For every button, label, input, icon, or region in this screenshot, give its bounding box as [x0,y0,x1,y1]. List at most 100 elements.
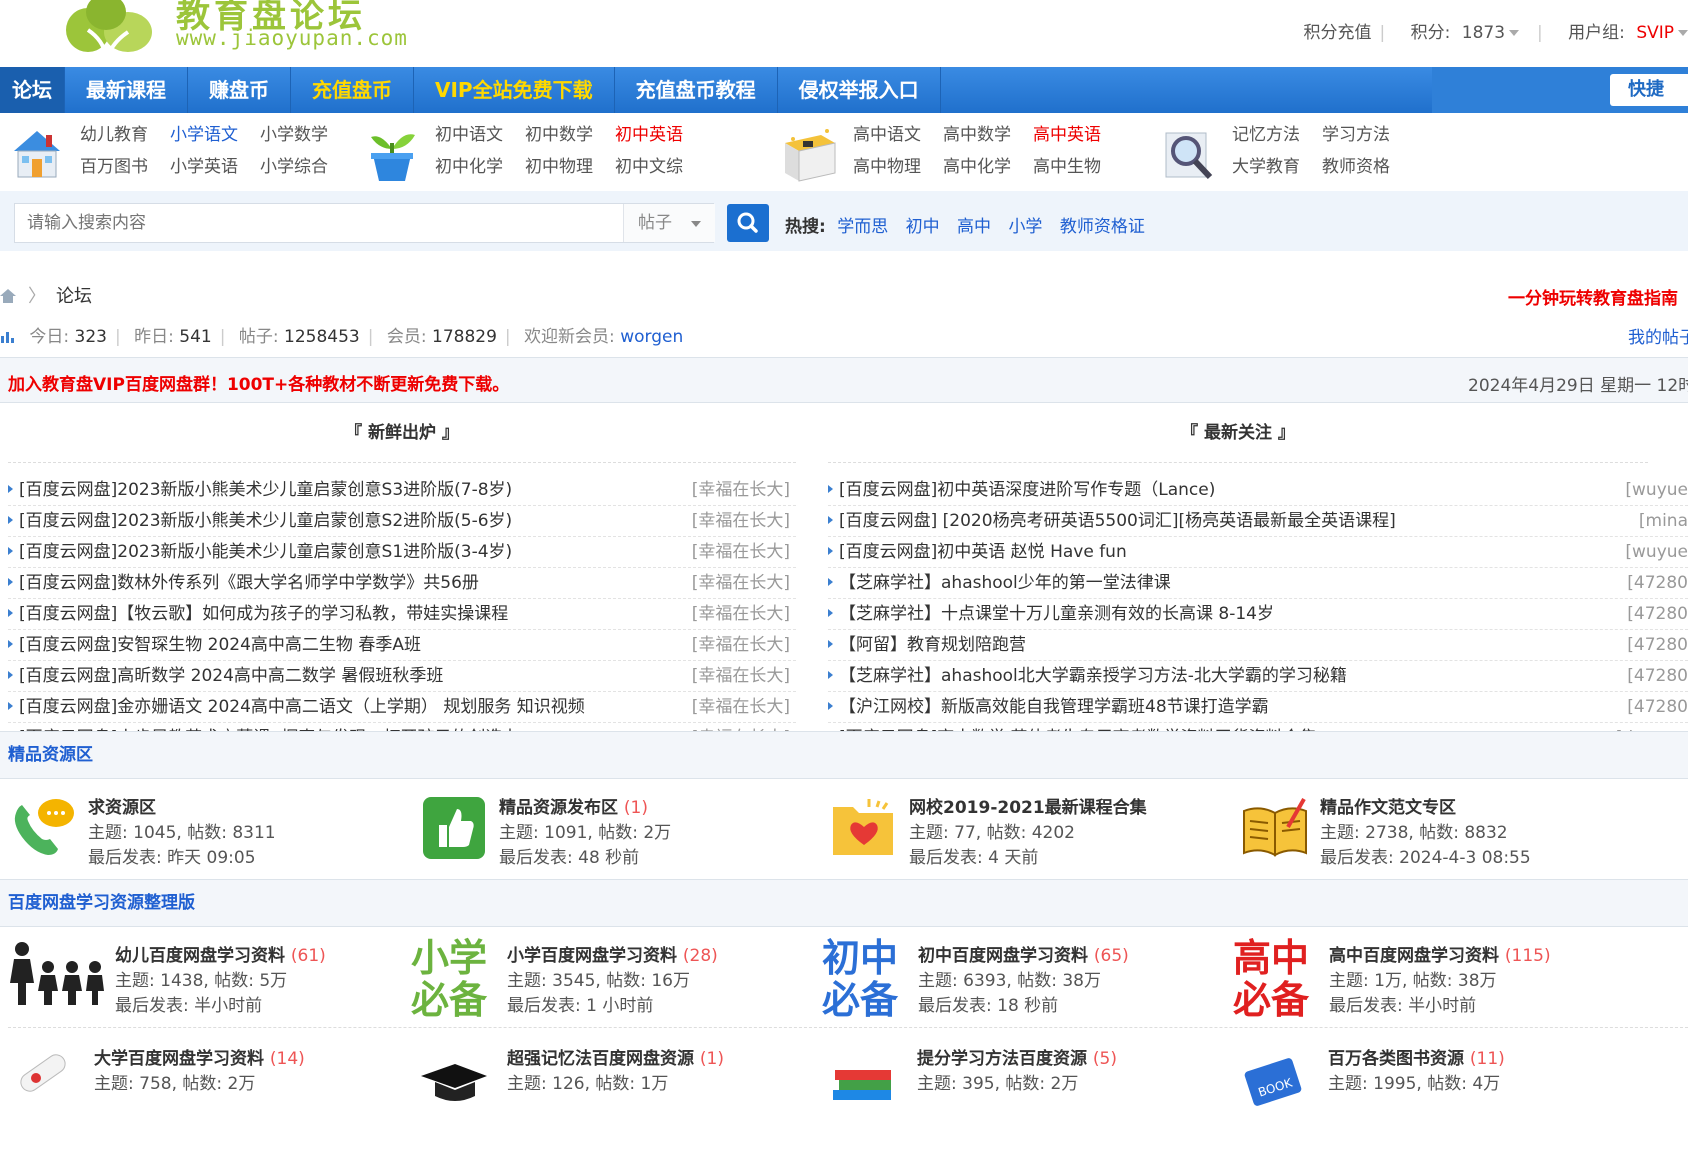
post-author-link[interactable]: [幸福在长大] [692,599,790,630]
category-link[interactable]: 小学英语 [170,155,260,179]
category-link[interactable]: 百万图书 [80,155,170,179]
forum-name[interactable]: 网校2019-2021最新课程合集 [909,793,1147,818]
post-title-link[interactable]: 【芝麻学社】ahashool北大学霸亲授学习方法-北大学霸的学习秘籍 [839,666,1347,686]
post-author-link[interactable]: [47280 [1627,692,1688,723]
hot-word[interactable]: 初中 [906,217,940,237]
search-type-select[interactable]: 帖子 [623,204,715,242]
post-author-link[interactable]: [47280 [1627,599,1688,630]
category-link[interactable]: 记忆方法 [1232,123,1322,147]
post-title-link[interactable]: [百度云网盘]【牧云歌】如何成为孩子的学习私教，带娃实操课程 [19,604,508,624]
search-button[interactable] [727,204,769,242]
category-link[interactable]: 高中英语 [1033,123,1123,147]
post-author-link[interactable]: [47280 [1627,568,1688,599]
post-title-link[interactable]: [百度云网盘]数林外传系列《跟大学名师学中学数学》共56册 [19,573,479,593]
hot-word[interactable]: 小学 [1008,217,1042,237]
hot-word[interactable]: 高中 [957,217,991,237]
family-icon[interactable] [8,937,106,1007]
junior-badge-icon[interactable]: 初中 必备 [820,937,900,1021]
home-icon[interactable] [0,289,16,303]
category-link[interactable]: 初中英语 [615,123,705,147]
hot-word[interactable]: 学而思 [837,217,888,237]
nav-item-forum[interactable]: 论坛 [0,67,65,113]
post-author-link[interactable]: [wuyue [1625,537,1688,568]
post-title-link[interactable]: [百度云网盘] [2020杨亮考研英语5500词汇][杨亮英语最新最全英语课程] [839,511,1396,531]
usergroup-menu[interactable]: 用户组: SVIP [1562,23,1688,43]
forum-name[interactable]: 超强记忆法百度网盘资源 (1) [507,1044,724,1069]
forum-name[interactable]: 提分学习方法百度资源 (5) [917,1044,1117,1069]
forum-last-post[interactable]: 最后发表: 半小时前 [1329,991,1476,1016]
points-menu[interactable]: 积分: 1873 [1405,23,1520,43]
post-title-link[interactable]: 【芝麻学社】十点课堂十万儿童亲测有效的长高课 8-14岁 [839,604,1274,624]
category-link[interactable]: 初中文综 [615,155,705,179]
forum-last-post[interactable]: 最后发表: 18 秒前 [918,991,1058,1016]
post-title-link[interactable]: [百度云网盘]2023新版小能美术少儿童启蒙创意S1进阶版(3-4岁) [19,542,512,562]
post-author-link[interactable]: [幸福在长大] [692,692,790,723]
site-logo[interactable]: 教育盘论坛 www.jiaoyupan.com [58,0,438,60]
post-title-link[interactable]: [百度云网盘]安智琛生物 2024高中高二生物 春季A班 [19,635,421,655]
post-author-link[interactable]: [47280 [1627,661,1688,692]
category-link[interactable]: 高中数学 [943,123,1033,147]
book-icon[interactable]: BOOK [1240,1048,1310,1118]
forum-last-post[interactable]: 最后发表: 4 天前 [909,843,1038,868]
post-author-link[interactable]: [wuyue [1625,475,1688,506]
post-title-link[interactable]: [百度云网盘]初中英语深度进阶写作专题（Lance) [839,480,1215,500]
section-header-baidu[interactable]: 百度网盘学习资源整理版 [0,879,1688,927]
nav-item-earn-coins[interactable]: 赚盘币 [188,67,291,113]
forum-name[interactable]: 精品资源发布区 (1) [499,793,648,818]
forum-last-post[interactable]: 最后发表: 1 小时前 [507,991,653,1016]
nav-item-recharge-tutorial[interactable]: 充值盘币教程 [615,67,778,113]
primary-badge-icon[interactable]: 小学 必备 [409,937,489,1021]
quick-nav-button[interactable]: 快捷 [1610,74,1688,106]
forum-name[interactable]: 求资源区 [88,793,156,818]
forum-name[interactable]: 大学百度网盘学习资料 (14) [94,1044,305,1069]
my-posts-link[interactable]: 我的帖子 [1628,323,1688,348]
post-title-link[interactable]: 【阿留】教育规划陪跑营 [839,635,1026,655]
post-author-link[interactable]: [幸福在长大] [692,537,790,568]
nav-item-report[interactable]: 侵权举报入口 [778,67,941,113]
section-header-premium[interactable]: 精品资源区 [0,731,1688,779]
category-link[interactable]: 初中数学 [525,123,615,147]
category-link[interactable]: 初中物理 [525,155,615,179]
forum-last-post[interactable]: 最后发表: 半小时前 [115,991,262,1016]
forum-name[interactable]: 百万各类图书资源 (11) [1328,1044,1505,1069]
category-link[interactable]: 教师资格 [1322,155,1412,179]
guide-link[interactable]: 一分钟玩转教育盘指南 [1508,284,1678,309]
category-link[interactable]: 幼儿教育 [80,123,170,147]
recharge-link[interactable]: 积分充值 [1303,23,1371,43]
hot-word[interactable]: 教师资格证 [1060,217,1145,237]
category-link[interactable]: 高中生物 [1033,155,1123,179]
forum-name[interactable]: 幼儿百度网盘学习资料 (61) [115,941,326,966]
category-link[interactable]: 小学数学 [260,123,350,147]
category-link[interactable]: 初中语文 [435,123,525,147]
post-title-link[interactable]: [百度云网盘]2023新版小熊美术少儿童启蒙创意S2进阶版(5-6岁) [19,511,512,531]
category-link[interactable]: 高中语文 [853,123,943,147]
newest-member-link[interactable]: worgen [620,327,683,347]
post-author-link[interactable]: [幸福在长大] [692,661,790,692]
post-author-link[interactable]: [幸福在长大] [692,630,790,661]
post-title-link[interactable]: 【沪江网校】新版高效能自我管理学霸班48节课打造学霸 [839,697,1269,717]
diploma-icon[interactable] [8,1040,78,1110]
post-author-link[interactable]: [幸福在长大] [692,475,790,506]
search-input[interactable] [15,204,623,242]
nav-item-latest-courses[interactable]: 最新课程 [65,67,188,113]
forum-last-post[interactable]: 最后发表: 48 秒前 [499,843,639,868]
category-link[interactable]: 小学综合 [260,155,350,179]
forum-name[interactable]: 初中百度网盘学习资料 (65) [918,941,1129,966]
phone-chat-icon[interactable] [8,793,78,863]
category-link[interactable]: 学习方法 [1322,123,1412,147]
thumbs-up-icon[interactable] [419,793,489,863]
books-stack-icon[interactable] [829,1050,899,1120]
post-author-link[interactable]: [幸福在长大] [692,506,790,537]
category-link[interactable]: 高中化学 [943,155,1033,179]
notice-text[interactable]: 加入教育盘VIP百度网盘群！100T+各种教材不断更新免费下载。 [8,370,509,395]
post-author-link[interactable]: [47280 [1627,630,1688,661]
folder-heart-icon[interactable] [829,793,899,863]
senior-badge-icon[interactable]: 高中 必备 [1231,937,1311,1021]
category-link[interactable]: 初中化学 [435,155,525,179]
forum-last-post[interactable]: 最后发表: 2024-4-3 08:55 [1320,843,1531,868]
nav-item-vip-download[interactable]: VIP全站免费下载 [414,67,615,113]
forum-name[interactable]: 高中百度网盘学习资料 (115) [1329,941,1551,966]
forum-name[interactable]: 精品作文范文专区 [1320,793,1456,818]
post-title-link[interactable]: [百度云网盘]初中英语 赵悦 Have fun [839,542,1127,562]
post-author-link[interactable]: [幸福在长大] [692,568,790,599]
